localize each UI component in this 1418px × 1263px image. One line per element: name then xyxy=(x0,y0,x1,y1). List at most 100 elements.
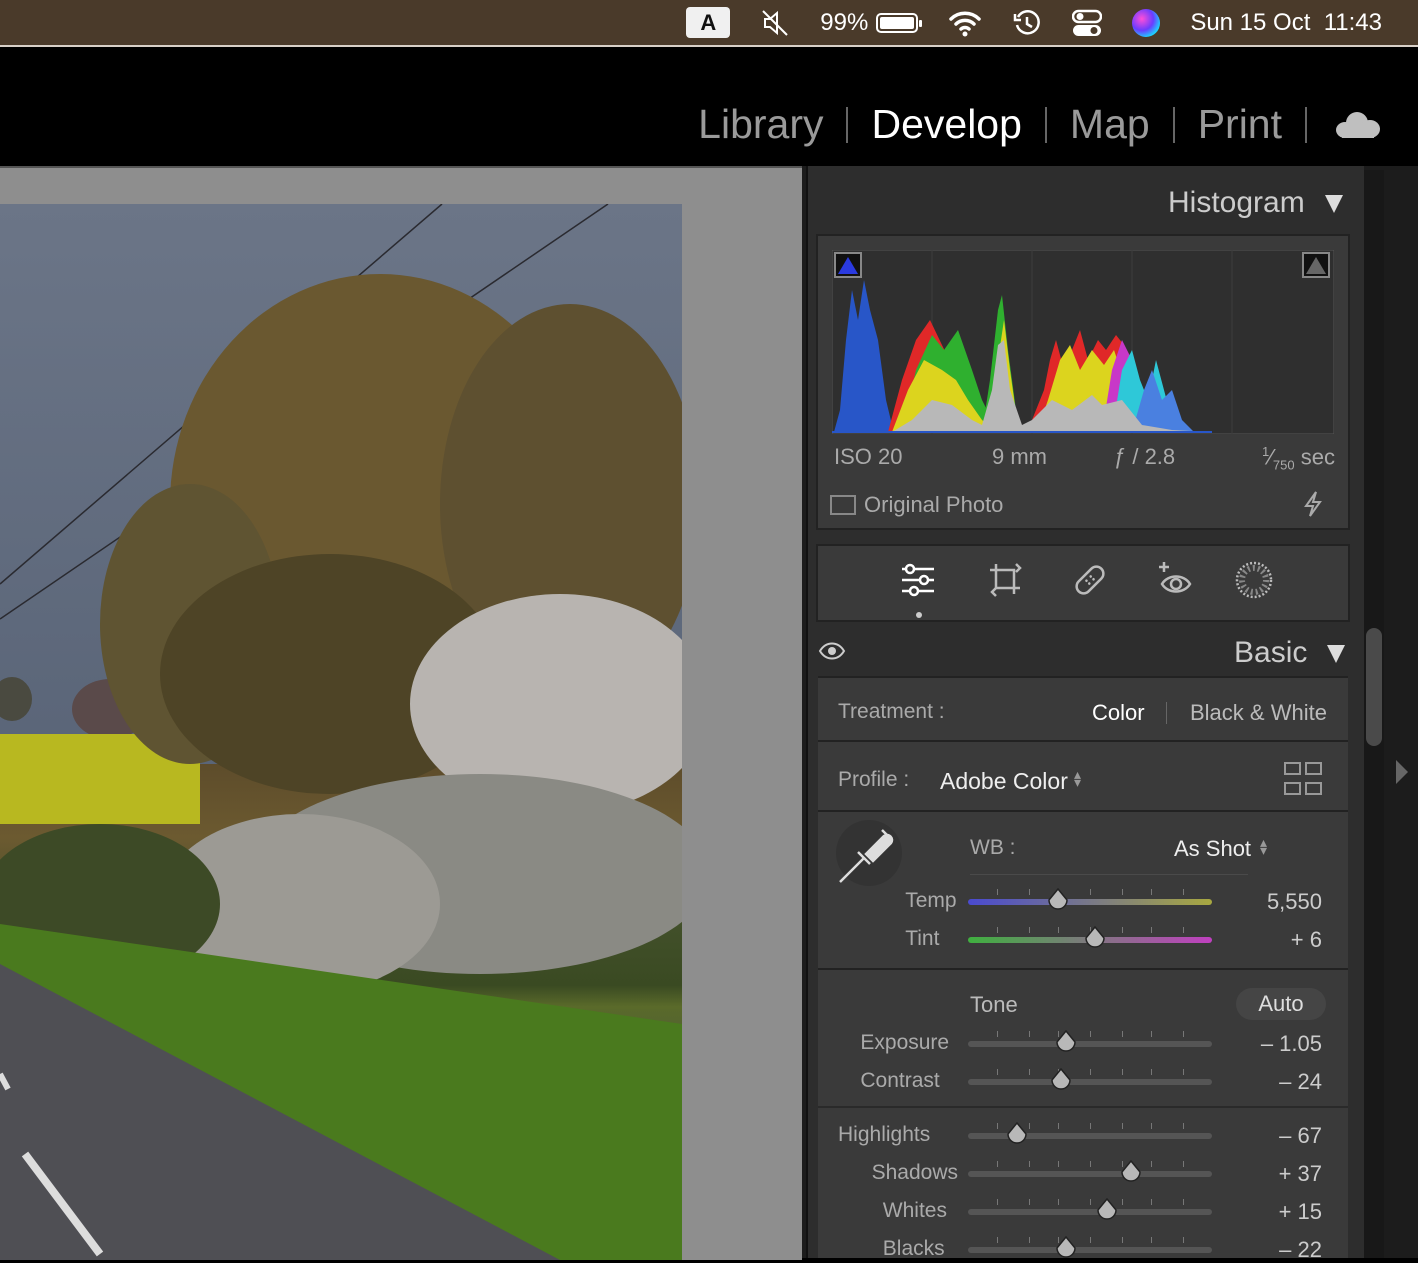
slider-tick xyxy=(997,1161,999,1167)
crop-icon[interactable] xyxy=(986,560,1026,600)
input-source-badge[interactable]: A xyxy=(686,7,731,38)
collapse-triangle-icon[interactable] xyxy=(1327,645,1346,664)
edit-sliders-icon[interactable] xyxy=(898,560,938,600)
slider-tick xyxy=(1182,927,1184,933)
module-print[interactable]: Print xyxy=(1198,101,1282,148)
highlights-label: Highlights xyxy=(838,1123,931,1146)
wb-dropdown[interactable]: As Shot xyxy=(1174,836,1251,862)
wb-eyedropper-icon[interactable] xyxy=(836,820,902,886)
treatment-row: Treatment : Color Black & White xyxy=(818,676,1348,740)
histogram-graph[interactable] xyxy=(832,250,1334,434)
cloud-sync-icon[interactable] xyxy=(1336,111,1380,138)
slider-tick xyxy=(1182,1161,1184,1167)
wb-divider xyxy=(970,874,1248,875)
slider-tick xyxy=(997,889,999,895)
exposure-value[interactable]: – 1.05 xyxy=(1220,1031,1322,1057)
red-eye-icon[interactable] xyxy=(1156,560,1196,600)
slider-tick xyxy=(1029,1237,1030,1243)
shadows-value[interactable]: + 37 xyxy=(1220,1161,1322,1187)
panel-collapse-arrow[interactable] xyxy=(1396,760,1408,784)
wifi-icon[interactable] xyxy=(948,9,982,37)
tint-value[interactable]: + 6 xyxy=(1220,927,1322,953)
whites-slider-thumb[interactable] xyxy=(1096,1197,1118,1220)
exposure-slider-thumb[interactable] xyxy=(1055,1029,1077,1052)
collapse-triangle-icon[interactable] xyxy=(1324,195,1343,214)
highlights-value[interactable]: – 67 xyxy=(1220,1123,1322,1149)
slider-tick xyxy=(1029,1199,1030,1205)
profile-browser-grid-icon[interactable] xyxy=(1284,762,1322,796)
highlights-slider[interactable] xyxy=(968,1123,1212,1139)
original-photo-label: Original Photo xyxy=(864,492,1004,517)
auto-tone-button[interactable]: Auto xyxy=(1236,988,1326,1020)
shadows-slider[interactable] xyxy=(968,1161,1212,1177)
focal-length: 9 mm xyxy=(992,444,1047,469)
module-map[interactable]: Map xyxy=(1070,101,1150,148)
highlight-clipping-toggle[interactable] xyxy=(1302,252,1330,278)
slider-tick xyxy=(1090,1069,1091,1075)
original-photo-toggle[interactable]: Original Photo xyxy=(830,492,1003,518)
photo-preview[interactable] xyxy=(0,204,682,1260)
slider-tick xyxy=(1029,1069,1030,1075)
slider-tick xyxy=(1029,1161,1030,1167)
siri-icon[interactable] xyxy=(1132,8,1161,37)
active-tool-indicator xyxy=(916,612,922,618)
slider-tick xyxy=(997,1069,999,1075)
shadow-clipping-toggle[interactable] xyxy=(834,252,862,278)
shutter-speed: 1⁄750 sec xyxy=(1262,444,1335,473)
basic-title: Basic xyxy=(1234,636,1308,669)
original-photo-checkbox[interactable] xyxy=(830,495,856,515)
photo-canvas[interactable] xyxy=(0,166,802,1260)
slider-tick xyxy=(1029,1031,1030,1037)
highlights-slider-thumb[interactable] xyxy=(1006,1121,1028,1144)
slider-tick xyxy=(1151,927,1152,933)
time-machine-icon[interactable] xyxy=(1012,8,1042,38)
module-develop[interactable]: Develop xyxy=(871,101,1021,148)
contrast-slider-thumb[interactable] xyxy=(1050,1067,1072,1090)
blacks-value[interactable]: – 22 xyxy=(1220,1237,1322,1263)
tint-slider-thumb[interactable] xyxy=(1084,925,1106,948)
slider-tick xyxy=(1151,889,1152,895)
shadow-clipping-icon xyxy=(838,257,858,274)
temp-slider[interactable] xyxy=(968,889,1212,905)
blacks-slider[interactable] xyxy=(968,1237,1212,1253)
panel-visibility-eye-icon[interactable] xyxy=(818,640,846,667)
slider-tick xyxy=(1151,1199,1152,1205)
masking-icon[interactable] xyxy=(1234,560,1274,600)
contrast-value[interactable]: – 24 xyxy=(1220,1069,1322,1095)
slider-tick xyxy=(1090,1031,1091,1037)
temp-label: Temp xyxy=(905,889,957,912)
dropdown-stepper-icon: ▴ ▾ xyxy=(1074,766,1082,790)
healing-icon[interactable] xyxy=(1070,560,1110,600)
histogram-header[interactable]: Histogram xyxy=(1168,186,1343,220)
mute-icon[interactable] xyxy=(760,8,790,38)
whites-slider[interactable] xyxy=(968,1199,1212,1215)
contrast-slider[interactable] xyxy=(968,1069,1212,1085)
contrast-label: Contrast xyxy=(860,1069,940,1092)
panel-scrollbar-thumb[interactable] xyxy=(1366,628,1382,746)
slider-tick xyxy=(1090,1123,1091,1129)
slider-tick xyxy=(1121,1237,1123,1243)
control-center-icon[interactable] xyxy=(1072,8,1103,38)
slider-tick xyxy=(1182,889,1184,895)
module-library[interactable]: Library xyxy=(698,101,823,148)
treatment-color-button[interactable]: Color xyxy=(1092,700,1145,726)
shadows-slider-thumb[interactable] xyxy=(1120,1159,1142,1182)
slider-tick xyxy=(1151,1161,1152,1167)
slider-tick xyxy=(1029,1123,1030,1129)
temp-value[interactable]: 5,550 xyxy=(1220,889,1322,915)
slider-tick xyxy=(1029,927,1030,933)
basic-header[interactable]: Basic xyxy=(1234,636,1346,670)
slider-tick xyxy=(1090,889,1091,895)
profile-dropdown[interactable]: Adobe Color xyxy=(940,768,1068,795)
temp-slider-thumb[interactable] xyxy=(1047,887,1069,910)
battery-status[interactable]: 99% xyxy=(820,9,923,37)
blacks-slider-thumb[interactable] xyxy=(1055,1235,1077,1258)
exposure-label: Exposure xyxy=(860,1031,950,1054)
treatment-bw-button[interactable]: Black & White xyxy=(1190,700,1327,726)
shutter-unit: sec xyxy=(1300,444,1335,470)
whites-value[interactable]: + 15 xyxy=(1220,1199,1322,1225)
clock[interactable]: Sun 15 Oct 11:43 xyxy=(1190,9,1382,37)
slider-tick xyxy=(1121,927,1123,933)
exposure-slider[interactable] xyxy=(968,1031,1212,1047)
profile-label: Profile : xyxy=(838,768,910,791)
